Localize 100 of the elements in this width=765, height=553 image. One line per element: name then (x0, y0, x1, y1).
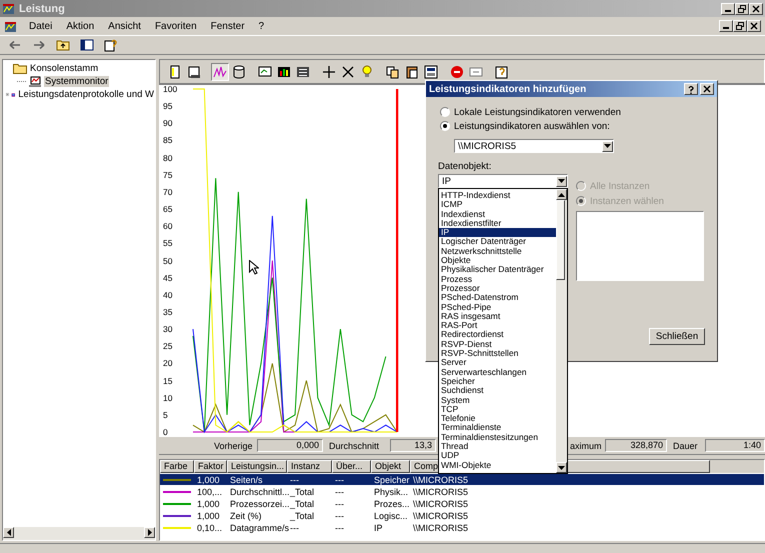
close-button[interactable] (747, 20, 761, 32)
table-cell: --- (290, 522, 299, 532)
list-item[interactable]: UDP (439, 451, 556, 461)
column-header[interactable]: Über... (332, 460, 371, 473)
column-header[interactable]: Objekt (371, 460, 410, 473)
tree-item[interactable]: Systemmonitor (44, 76, 110, 87)
list-item[interactable]: Netzwerkschnittstelle (439, 246, 556, 256)
list-item[interactable]: Redirectordienst (439, 330, 556, 340)
axis-label: 45 (163, 272, 172, 283)
scroll-left-button[interactable] (3, 527, 14, 538)
list-item[interactable]: Terminaldienste (439, 423, 556, 433)
list-item[interactable]: Speicher (439, 376, 556, 386)
list-item[interactable]: Logischer Datenträger (439, 237, 556, 247)
list-item[interactable]: HTTP-Indexdienst (439, 191, 556, 200)
table-cell: \\MICRORIS5 (413, 474, 468, 484)
close-button[interactable] (700, 83, 714, 95)
object-dropdown[interactable]: IP (438, 174, 568, 188)
close-button[interactable] (749, 2, 763, 14)
instance-list[interactable] (576, 211, 704, 281)
plus-icon (322, 64, 336, 78)
close-icon (750, 22, 758, 30)
table-cell: \\MICRORIS5 (413, 510, 468, 520)
table-cell: _Total (290, 486, 314, 496)
table-cell: \\MICRORIS5 (413, 498, 468, 508)
table-row[interactable]: 1,000 Zeit (%) _Total --- Logisc... \\MICRORIS5 (160, 510, 764, 521)
list-item[interactable]: IP (439, 228, 556, 238)
table-row[interactable]: 0,10... Datagramme/s--- --- IP \\MICRORIS5 (160, 522, 764, 533)
menu-item[interactable]: Ansicht (106, 20, 143, 32)
bulb-icon (360, 64, 374, 78)
table-cell: Logisc... (374, 510, 408, 520)
menu-item[interactable]: Aktion (64, 20, 96, 32)
list-item[interactable]: Prozess (439, 274, 556, 284)
radio-button[interactable] (440, 121, 450, 131)
tree-item[interactable]: Konsolenstamm (29, 63, 100, 74)
list-item[interactable]: RAS insgesamt (439, 312, 556, 322)
list-item[interactable]: RAS-Port (439, 321, 556, 330)
list-item[interactable]: Objekte (439, 256, 556, 266)
list-item[interactable]: Indexdienstfilter (439, 218, 556, 228)
list-item[interactable]: Indexdienst (439, 210, 556, 219)
list-item[interactable]: Server (439, 358, 556, 368)
list-item[interactable]: Telefonie (439, 414, 556, 424)
forward-arrow-icon (33, 40, 45, 50)
list-item[interactable]: Physikalischer Datenträger (439, 265, 556, 275)
column-header[interactable]: Faktor (194, 460, 227, 473)
scroll-down-button[interactable] (556, 462, 567, 473)
table-row[interactable]: 1,000 Prozessorzei..._Total --- Prozes... \\MICRORIS5 (160, 498, 764, 509)
table-cell: --- (335, 522, 344, 532)
computer-dropdown[interactable]: \\MICRORIS5 (454, 139, 614, 153)
radio-button[interactable] (440, 107, 450, 117)
menu-item[interactable]: ? (256, 20, 266, 32)
table-cell: _Total (290, 510, 314, 520)
axis-label: 90 (163, 118, 172, 128)
minimize-button[interactable] (721, 2, 735, 14)
tree-item[interactable]: Leistungsdatenprotokolle und W (17, 89, 155, 100)
window-title: Leistung (19, 2, 66, 14)
axis-label: 55 (163, 238, 172, 248)
list-item[interactable]: RSVP-Schnittstellen (439, 349, 556, 358)
table-row[interactable]: 100,... Durchschnittl..._Total --- Physik... \\MICRORIS5 (160, 486, 764, 497)
axis-label: 50 (163, 256, 172, 266)
stat-label: aximum (570, 440, 602, 450)
list-item[interactable]: Thread (439, 442, 556, 452)
help-button[interactable] (684, 83, 698, 95)
table-cell: --- (335, 498, 344, 508)
stat-field: 328,870 (604, 439, 667, 452)
list-item[interactable]: PSched-Pipe (439, 302, 556, 312)
axis-label: 10 (163, 392, 172, 403)
radio-label: Lokale Leistungsindikatoren verwenden (454, 106, 621, 118)
menu-item[interactable]: Fenster (208, 20, 247, 32)
scroll-thumb[interactable] (556, 200, 565, 280)
minimize-button[interactable] (719, 20, 733, 32)
column-header[interactable]: Leistungsin... (227, 460, 287, 473)
column-header[interactable]: Instanz (287, 460, 332, 473)
list-item[interactable]: TCP (439, 404, 556, 414)
list-item[interactable]: Serverwarteschlangen (439, 368, 556, 377)
list-item[interactable]: Prozessor (439, 284, 556, 294)
column-header[interactable]: Farbe (160, 460, 194, 473)
table-row[interactable]: 1,000 Seiten/s --- --- Speicher \\MICRORIS5 (160, 474, 764, 485)
list-item[interactable]: System (439, 396, 556, 405)
restore-button[interactable] (735, 2, 749, 14)
report-icon (296, 64, 310, 78)
scroll-right-button[interactable] (144, 527, 155, 538)
copy-icon (386, 64, 400, 78)
list-item[interactable]: WMI-Objekte (439, 460, 556, 470)
scroll-up-button[interactable] (556, 189, 567, 200)
list-item[interactable]: Suchdienst (439, 386, 556, 396)
window-icon (187, 64, 201, 78)
radio-label: Leistungsindikatoren auswählen von: (454, 120, 610, 132)
list-item[interactable]: ICMP (439, 200, 556, 210)
mouse-pointer-icon (249, 260, 259, 275)
list-item[interactable]: RSVP-Dienst (439, 340, 556, 350)
toolbar-button[interactable] (422, 62, 440, 80)
table-cell: --- (335, 474, 344, 484)
menu-item[interactable]: Favoriten (152, 20, 199, 32)
right-arrow-icon (148, 529, 152, 536)
restore-button[interactable] (733, 20, 747, 32)
menu-item[interactable]: Datei (27, 20, 54, 32)
table-cell: IP (374, 522, 383, 532)
close-dialog-button[interactable]: Schließen (649, 328, 705, 345)
list-item[interactable]: PSched-Datenstrom (439, 293, 556, 303)
list-item[interactable]: Terminaldienstesitzungen (439, 432, 556, 442)
